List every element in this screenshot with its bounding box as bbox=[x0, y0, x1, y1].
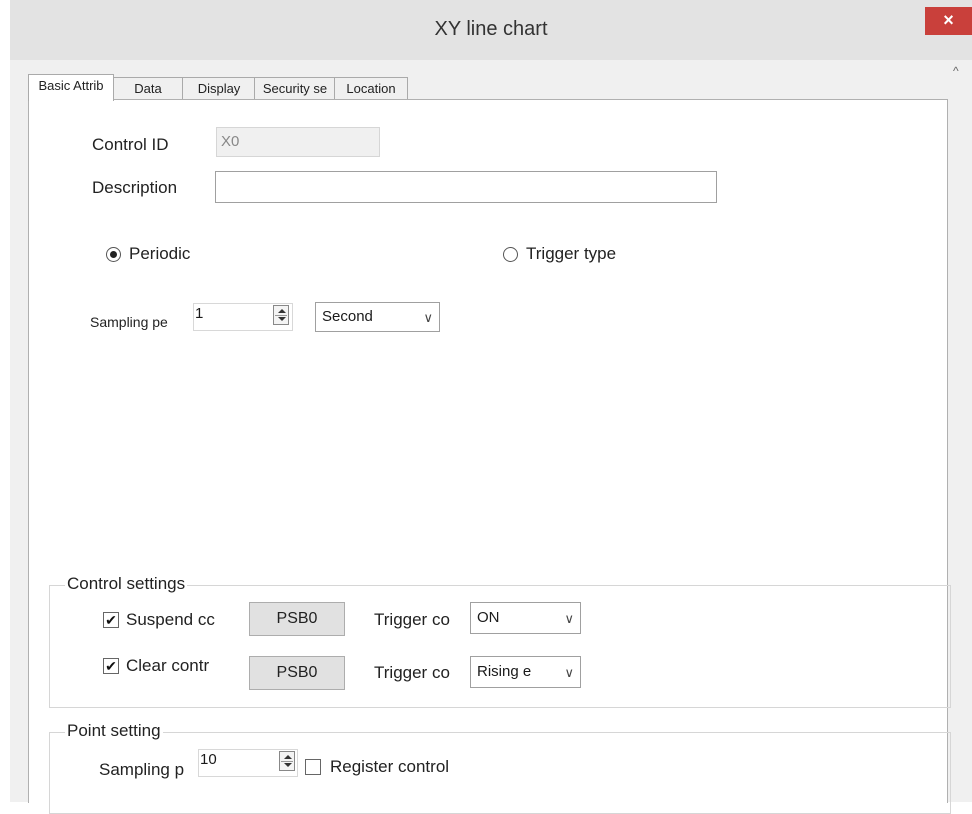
stepper-up-icon[interactable] bbox=[284, 755, 292, 759]
trigger-type-radio[interactable] bbox=[503, 247, 518, 262]
sampling-period-label: Sampling pe bbox=[90, 314, 168, 330]
radio-selected-dot bbox=[110, 251, 117, 258]
sampling-unit-select[interactable]: Second ∨ bbox=[315, 302, 440, 332]
control-id-field: X0 bbox=[216, 127, 380, 157]
suspend-checkbox[interactable]: ✔ bbox=[103, 612, 119, 628]
suspend-trigger-select[interactable]: ON ∨ bbox=[470, 602, 581, 634]
periodic-label: Periodic bbox=[129, 244, 191, 263]
control-id-label: Control ID bbox=[92, 135, 169, 154]
register-control-checkbox[interactable] bbox=[305, 759, 321, 775]
basic-attributes-panel: Control ID X0 Description Periodic Trigg… bbox=[28, 99, 951, 814]
register-control-label: Register control bbox=[330, 757, 450, 776]
trigger-type-label: Trigger type bbox=[526, 244, 617, 263]
suspend-label: Suspend cc bbox=[126, 610, 215, 629]
clear-trigger-value: Rising e bbox=[477, 663, 532, 680]
dialog-window: XY line chart × ^ Basic Attrib Data Disp… bbox=[10, 0, 972, 814]
chevron-down-icon: ∨ bbox=[564, 611, 574, 626]
checkmark-icon: ✔ bbox=[105, 658, 117, 674]
clear-trigger-label: Trigger co bbox=[374, 663, 450, 682]
periodic-radio[interactable] bbox=[106, 247, 121, 262]
close-button[interactable]: × bbox=[925, 7, 972, 35]
clear-checkbox[interactable]: ✔ bbox=[103, 658, 119, 674]
sampling-points-stepper[interactable] bbox=[279, 751, 295, 771]
window-title: XY line chart bbox=[434, 18, 548, 40]
tab-display[interactable]: Display bbox=[182, 77, 256, 100]
suspend-trigger-label: Trigger co bbox=[374, 610, 450, 629]
point-setting-title: Point setting bbox=[65, 721, 163, 741]
sampling-points-label: Sampling p bbox=[99, 760, 185, 779]
stepper-divider bbox=[275, 315, 287, 316]
close-icon: × bbox=[943, 10, 954, 30]
title-bar[interactable]: XY line chart × bbox=[10, 0, 972, 60]
chevron-down-icon: ∨ bbox=[423, 310, 433, 325]
stepper-down-icon[interactable] bbox=[278, 317, 286, 321]
tab-security-settings[interactable]: Security se bbox=[254, 77, 336, 100]
sampling-period-stepper[interactable] bbox=[273, 305, 289, 325]
stepper-up-icon[interactable] bbox=[278, 309, 286, 313]
stepper-down-icon[interactable] bbox=[284, 763, 292, 767]
tab-data[interactable]: Data bbox=[112, 77, 184, 100]
clear-label: Clear contr bbox=[126, 656, 210, 675]
control-settings-title: Control settings bbox=[65, 574, 188, 594]
checkmark-icon: ✔ bbox=[105, 612, 117, 628]
clear-trigger-select[interactable]: Rising e ∨ bbox=[470, 656, 581, 688]
suspend-trigger-value: ON bbox=[477, 609, 500, 626]
suspend-address-button[interactable]: PSB0 bbox=[249, 602, 345, 636]
description-field[interactable] bbox=[215, 171, 717, 203]
scroll-up-icon[interactable]: ^ bbox=[953, 64, 959, 78]
clear-address-button[interactable]: PSB0 bbox=[249, 656, 345, 690]
tab-location[interactable]: Location bbox=[334, 77, 408, 100]
sampling-unit-value: Second bbox=[322, 308, 373, 325]
tab-basic-attributes[interactable]: Basic Attrib bbox=[28, 74, 114, 101]
stepper-divider bbox=[281, 761, 293, 762]
description-label: Description bbox=[92, 178, 178, 197]
chevron-down-icon: ∨ bbox=[564, 665, 574, 680]
